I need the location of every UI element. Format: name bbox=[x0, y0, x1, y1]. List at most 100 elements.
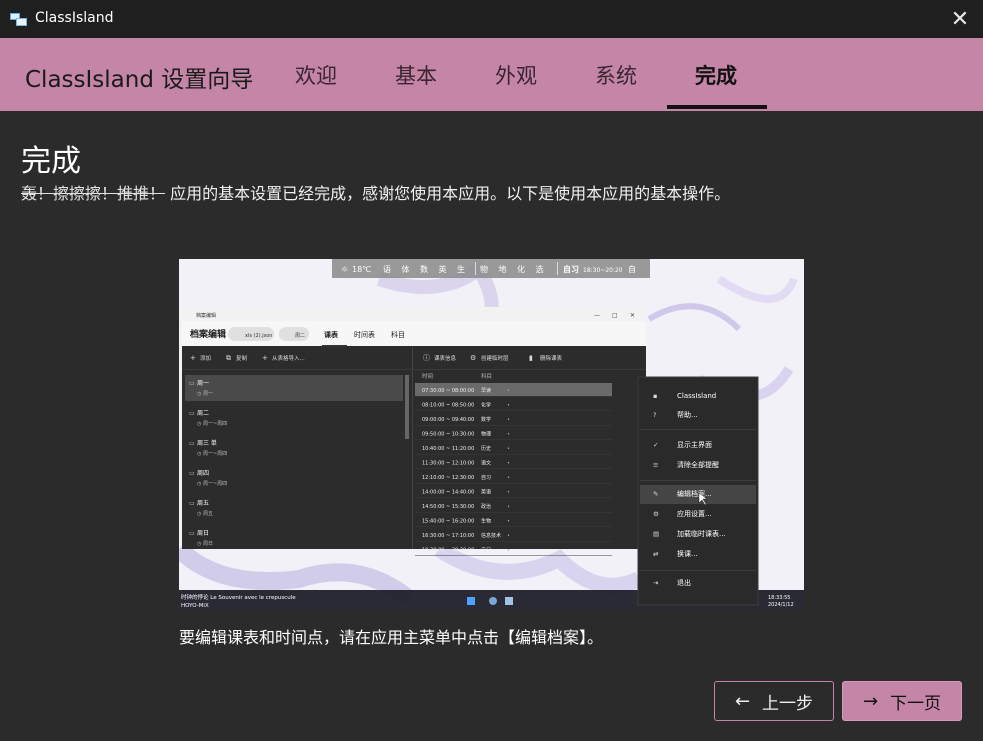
toolbar-icon: ⓘ bbox=[423, 354, 430, 362]
context-menu-item: 清除全部提醒 bbox=[677, 460, 719, 469]
schedule-name: 周四 bbox=[197, 470, 209, 477]
exit-icon: ⇥ bbox=[653, 579, 658, 587]
previous-button-label: 上一步 bbox=[762, 693, 814, 714]
wizard-header: ClassIsland 设置向导 欢迎 基本 外观 系统 完成 bbox=[0, 38, 983, 111]
schedule-rule: ◷ 周五 bbox=[197, 511, 213, 517]
editor-right-toolbar: ⓘ 课表信息 ⚙ 创建临时层 ▮ 删除课表 bbox=[423, 354, 563, 362]
table-row-time: 08:10:00 ~ 08:50:00 bbox=[422, 403, 474, 409]
table-row-subject: 自习 bbox=[481, 474, 491, 481]
table-row-subject: 生物 bbox=[481, 518, 491, 525]
toolbar-label: 添加 bbox=[200, 354, 211, 362]
svg-text:—: — bbox=[594, 312, 600, 319]
tab-basic[interactable]: 基本 bbox=[395, 60, 437, 90]
table-row-subject: 政治 bbox=[481, 503, 491, 510]
context-menu-item: 退出 bbox=[677, 578, 691, 587]
island-weather-icon: ☼ bbox=[341, 265, 348, 274]
schedule-rule: ◷ 周一~周四 bbox=[197, 421, 227, 427]
svg-text:✕: ✕ bbox=[630, 312, 635, 319]
clear-icon: ≡ bbox=[653, 461, 658, 469]
table-row-dot: • bbox=[507, 388, 510, 394]
schedule-name: 周三 单 bbox=[197, 439, 217, 447]
tab-appearance[interactable]: 外观 bbox=[495, 60, 537, 90]
schedule-rule: ◷ 周日 bbox=[197, 541, 213, 547]
profile-chip: xls (2).json bbox=[245, 333, 272, 339]
table-row-time: 16:30:00 ~ 17:10:00 bbox=[422, 533, 474, 539]
toolbar-icon: + bbox=[262, 354, 268, 362]
edit-icon: ✎ bbox=[653, 490, 658, 498]
close-icon: ✕ bbox=[950, 6, 970, 32]
table-row-time: 09:00:00 ~ 09:40:00 bbox=[422, 417, 474, 423]
table-row-subject: 信息技术 bbox=[481, 532, 501, 539]
previous-button[interactable]: ← 上一步 bbox=[714, 681, 834, 721]
island-subject: 物 bbox=[480, 264, 488, 274]
app-icon: ▪ bbox=[653, 392, 657, 400]
table-row-dot: • bbox=[507, 548, 510, 554]
active-tab-indicator bbox=[667, 105, 767, 109]
table-row-time: 09:50:00 ~ 10:30:00 bbox=[422, 432, 474, 438]
schedule-icon: ▭ bbox=[189, 500, 195, 507]
schedule-name: 周二 bbox=[197, 410, 209, 417]
description-text: 应用的基本设置已经完成，感谢您使用本应用。以下是使用本应用的基本操作。 bbox=[170, 184, 731, 203]
table-row-dot: • bbox=[507, 475, 510, 481]
editor-title: 档案编辑 bbox=[190, 328, 226, 340]
toolbar-label: 复制 bbox=[236, 354, 248, 362]
schedule-name: 周一 bbox=[197, 380, 209, 387]
toolbar-label: 从表格导入... bbox=[272, 354, 305, 362]
arrow-right-icon: → bbox=[862, 690, 879, 712]
island-current-time: 18:30~20:20 bbox=[583, 267, 623, 274]
context-menu-item: 换课... bbox=[677, 549, 698, 558]
schedule-name: 周日 bbox=[197, 530, 209, 537]
table-row-dot: • bbox=[507, 417, 510, 423]
toolbar-label: 创建临时层 bbox=[481, 354, 509, 362]
editor-window-title: 档案编辑 bbox=[196, 312, 216, 319]
toolbar-label: 删除课表 bbox=[540, 354, 563, 362]
page-description: 轰！擦擦擦！推推！ 应用的基本设置已经完成，感谢您使用本应用。以下是使用本应用的… bbox=[21, 180, 730, 204]
description-strikethrough: 轰！擦擦擦！推推！ bbox=[21, 184, 166, 203]
menu-separator bbox=[640, 429, 756, 430]
island-weather: 18℃ bbox=[352, 265, 371, 274]
table-row-subject: 数学 bbox=[481, 416, 491, 423]
table-row-dot: • bbox=[507, 403, 510, 409]
schedule-selected-bg bbox=[185, 375, 403, 401]
taskbar-clock-time: 18:33:55 bbox=[768, 595, 790, 601]
context-menu-item: 编辑档案... bbox=[677, 489, 712, 498]
table-row-time: 11:30:00 ~ 12:10:00 bbox=[422, 461, 474, 467]
wizard-title: ClassIsland 设置向导 bbox=[25, 67, 254, 93]
context-menu-item: 加载临时课表... bbox=[677, 529, 726, 538]
title-bar: ClassIsland ✕ bbox=[0, 0, 983, 38]
table-row-subject: 早读 bbox=[481, 387, 491, 394]
context-menu-item: 应用设置... bbox=[677, 509, 712, 518]
classisland-app-icon bbox=[10, 13, 27, 26]
page-title: 完成 bbox=[21, 144, 81, 179]
schedule-rule: ◷ 周一~周四 bbox=[197, 481, 227, 487]
context-menu-item: 显示主界面 bbox=[677, 440, 712, 449]
toolbar-label: 课表信息 bbox=[434, 354, 457, 362]
table-row-subject: 物理 bbox=[481, 431, 491, 438]
tab-finish[interactable]: 完成 bbox=[695, 60, 737, 90]
file-icon: ▤ bbox=[653, 530, 659, 538]
close-button[interactable]: ✕ bbox=[937, 0, 983, 38]
editor-tab: 课表 bbox=[324, 330, 339, 339]
now-playing-artist: HOYO-MiX bbox=[181, 603, 209, 609]
island-subject: 体 bbox=[402, 264, 410, 274]
gear-icon: ⚙ bbox=[653, 510, 659, 518]
svg-text:□: □ bbox=[612, 312, 618, 319]
tab-welcome[interactable]: 欢迎 bbox=[295, 60, 337, 90]
day-chip: 周二 bbox=[295, 333, 305, 339]
next-button[interactable]: → 下一页 bbox=[842, 681, 962, 721]
check-icon: ✓ bbox=[653, 441, 658, 449]
table-row-subject: 语文 bbox=[481, 460, 491, 467]
island-subject: 语 bbox=[383, 264, 391, 274]
table-row-time: 07:30:00 ~ 08:00:00 bbox=[422, 388, 474, 394]
table-row-subject: 英语 bbox=[481, 489, 491, 496]
schedule-icon: ▭ bbox=[189, 470, 195, 477]
island-subject: 地 bbox=[499, 264, 507, 274]
schedule-icon: ▭ bbox=[189, 530, 195, 537]
table-row-time: 14:00:00 ~ 14:40:00 bbox=[422, 490, 474, 496]
swap-icon: ⇄ bbox=[653, 550, 659, 558]
tab-system[interactable]: 系统 bbox=[595, 60, 637, 90]
table-row-dot: • bbox=[507, 461, 510, 467]
toolbar-icon: ▮ bbox=[529, 354, 533, 362]
table-row-time: 18:30:00 ~ 20:20:00 bbox=[422, 548, 474, 554]
table-row-subject: 自习 bbox=[481, 547, 491, 554]
